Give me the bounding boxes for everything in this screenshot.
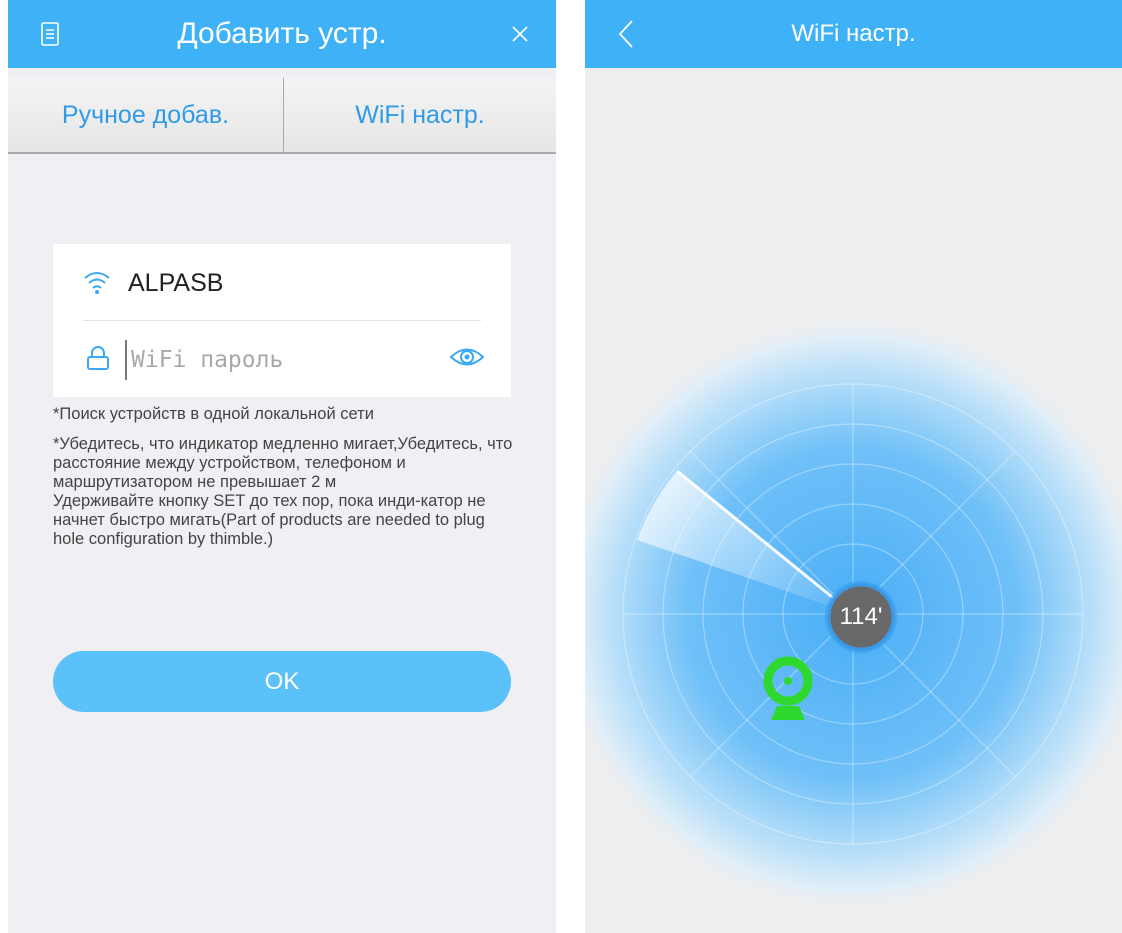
tab-manual-add[interactable]: Ручное добав. [8, 78, 283, 152]
close-icon[interactable] [504, 0, 536, 68]
instructions: *Поиск устройств в одной локальной сети … [53, 405, 513, 560]
ok-button[interactable]: OK [53, 651, 511, 712]
wifi-form-card: ALPASB [53, 244, 511, 397]
note-same-network: *Поиск устройств в одной локальной сети [53, 405, 374, 423]
lock-icon [86, 345, 110, 376]
app-bar: Добавить устр. [8, 0, 556, 68]
wifi-password-input[interactable] [125, 340, 391, 380]
add-device-screen: Добавить устр. Ручное добав. WiFi настр.… [8, 0, 556, 933]
eye-icon[interactable] [449, 344, 485, 375]
wifi-ssid: ALPASB [128, 269, 224, 297]
app-bar: WiFi настр. [585, 0, 1122, 68]
countdown-timer: 114' [839, 603, 883, 630]
radar-scan [585, 314, 1122, 914]
page-title: Добавить устр. [177, 17, 387, 50]
wifi-icon [83, 269, 111, 300]
note-hold-set-button: Удерживайте кнопку SET до тех пор, пока … [53, 492, 486, 548]
note-indicator-distance: *Убедитесь, что индикатор медленно мигае… [53, 435, 513, 491]
tab-bar: Ручное добав. WiFi настр. [8, 78, 556, 154]
page-title: WiFi настр. [791, 20, 916, 47]
tab-wifi-setup[interactable]: WiFi настр. [284, 78, 556, 152]
wifi-setup-screen: WiFi настр. 114' [585, 0, 1122, 933]
divider [83, 320, 481, 321]
